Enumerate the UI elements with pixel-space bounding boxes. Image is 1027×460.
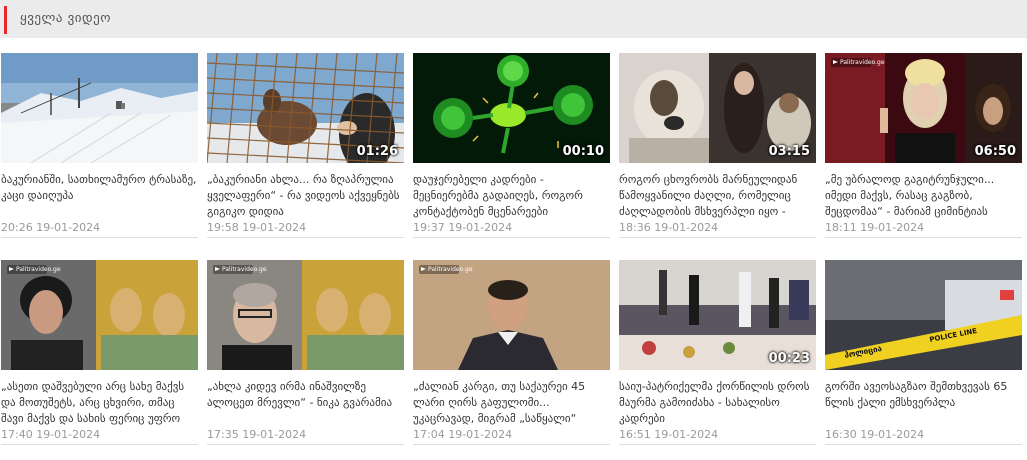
video-timestamp: 18:11 19-01-2024 (825, 221, 925, 234)
video-thumbnail[interactable] (1, 53, 198, 163)
video-title[interactable]: „ძალიან კარგი, თუ საქაურეი 45 ლარი ღირს … (413, 379, 610, 427)
divider (1, 237, 198, 238)
video-card[interactable]: 03:15 როგორ ცხოვრობს მარნეულიდან წამოყვა… (619, 53, 816, 253)
divider (825, 444, 1022, 445)
video-timestamp: 19:37 19-01-2024 (413, 221, 513, 234)
video-card[interactable]: Palitravideo.ge „ახლა კიდევ ირმა ინაშვილ… (207, 260, 404, 460)
video-duration: 01:26 (356, 144, 398, 159)
video-duration: 06:50 (974, 144, 1016, 159)
channel-logo-badge: Palitravideo.ge (7, 265, 61, 274)
channel-logo-badge: Palitravideo.ge (419, 265, 473, 274)
divider (413, 237, 610, 238)
video-timestamp: 19:58 19-01-2024 (207, 221, 307, 234)
video-duration: 00:10 (562, 144, 604, 159)
video-card[interactable]: 00:23 საიუ-პატრიქელმა ქორწილის დროს მაურ… (619, 260, 816, 460)
video-duration: 03:15 (768, 144, 810, 159)
video-card[interactable]: Palitravideo.ge 06:50 „მე უბრალოდ გაგიტრ… (825, 53, 1022, 253)
divider (619, 237, 816, 238)
video-title[interactable]: დაუჯერებელი კადრები - მეცნიერებმა გადაიღ… (413, 172, 610, 220)
video-thumbnail[interactable]: 03:15 (619, 53, 816, 163)
video-title[interactable]: „ახლა კიდევ ირმა ინაშვილზე ალოცეთ მრევლი… (207, 379, 404, 427)
divider (619, 444, 816, 445)
video-thumbnail[interactable]: პოლიცია POLICE LINE (825, 260, 1022, 370)
video-card[interactable]: 00:10 დაუჯერებელი კადრები - მეცნიერებმა … (413, 53, 610, 253)
video-title[interactable]: „მე უბრალოდ გაგიტრუნჯული... იმედი მაქვს,… (825, 172, 1022, 220)
section-title: ყველა ვიდეო (20, 11, 111, 26)
video-thumbnail[interactable]: Palitravideo.ge (413, 260, 610, 370)
video-duration: 00:23 (768, 351, 810, 366)
divider (825, 237, 1022, 238)
video-thumbnail[interactable]: 00:23 (619, 260, 816, 370)
video-title[interactable]: „ასეთი დაშვებული არც სახე მაქვს და მოთუშ… (1, 379, 198, 427)
video-thumbnail[interactable]: Palitravideo.ge (207, 260, 404, 370)
video-card[interactable]: პოლიცია POLICE LINE გორში ავეოსაგზაო შემ… (825, 260, 1022, 460)
video-card[interactable]: Palitravideo.ge „ასეთი დაშვებული არც სახ… (1, 260, 198, 460)
section-header: ყველა ვიდეო (0, 0, 1027, 38)
video-timestamp: 17:40 19-01-2024 (1, 428, 101, 441)
divider (207, 237, 404, 238)
video-thumbnail[interactable]: 01:26 (207, 53, 404, 163)
video-timestamp: 18:36 19-01-2024 (619, 221, 719, 234)
channel-logo-badge: Palitravideo.ge (831, 58, 885, 67)
video-thumbnail[interactable]: Palitravideo.ge 06:50 (825, 53, 1022, 163)
channel-logo-badge: Palitravideo.ge (213, 265, 267, 274)
video-timestamp: 17:35 19-01-2024 (207, 428, 307, 441)
divider (1, 444, 198, 445)
video-title[interactable]: საიუ-პატრიქელმა ქორწილის დროს მაურმა გამ… (619, 379, 816, 427)
video-timestamp: 16:30 19-01-2024 (825, 428, 925, 441)
video-timestamp: 16:51 19-01-2024 (619, 428, 719, 441)
video-thumbnail[interactable]: 00:10 (413, 53, 610, 163)
video-title[interactable]: გორში ავეოსაგზაო შემთხვევას 65 წლის ქალი… (825, 379, 1022, 427)
header-accent-bar (4, 6, 7, 34)
video-thumbnail[interactable]: Palitravideo.ge (1, 260, 198, 370)
video-title[interactable]: „ბაკურიანი ახლა... რა ზღაპრულია ყველაფერ… (207, 172, 404, 220)
video-card[interactable]: ბაკურიანში, სათხილამურო ტრასაზე, კაცი და… (1, 53, 198, 253)
video-card[interactable]: Palitravideo.ge „ძალიან კარგი, თუ საქაურ… (413, 260, 610, 460)
divider (207, 444, 404, 445)
divider (413, 444, 610, 445)
video-timestamp: 20:26 19-01-2024 (1, 221, 101, 234)
video-title[interactable]: როგორ ცხოვრობს მარნეულიდან წამოყვანილი ძ… (619, 172, 816, 220)
video-title[interactable]: ბაკურიანში, სათხილამურო ტრასაზე, კაცი და… (1, 172, 198, 220)
video-card[interactable]: 01:26 „ბაკურიანი ახლა... რა ზღაპრულია ყვ… (207, 53, 404, 253)
video-timestamp: 17:04 19-01-2024 (413, 428, 513, 441)
